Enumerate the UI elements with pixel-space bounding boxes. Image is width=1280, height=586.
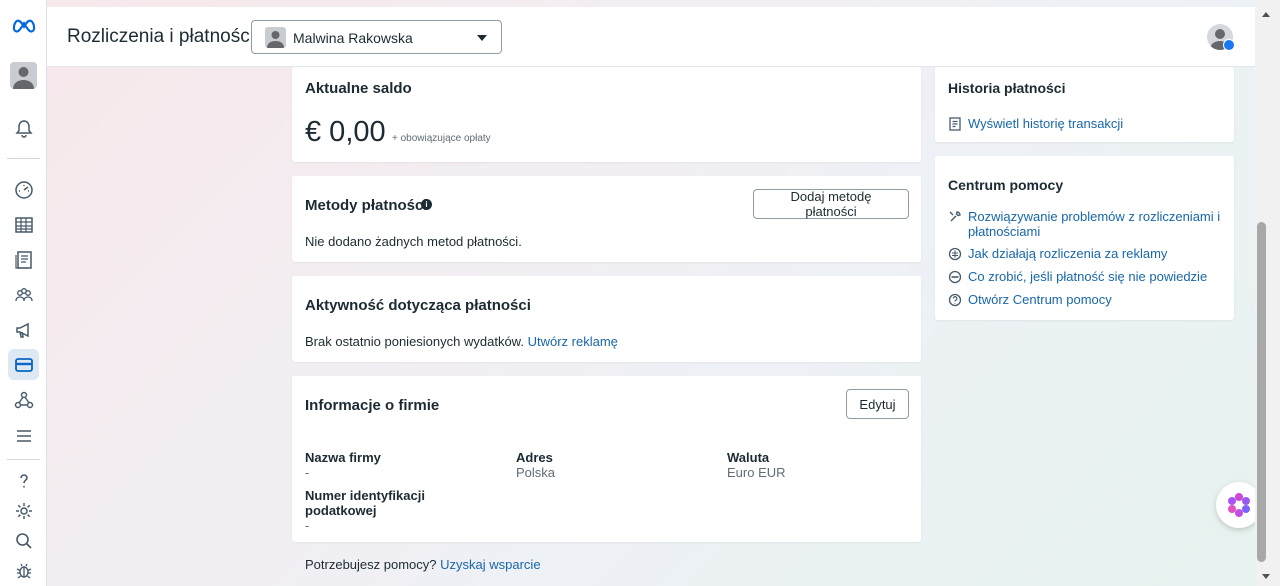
rail-divider <box>7 459 40 460</box>
balance-title: Aktualne saldo <box>305 80 412 97</box>
scroll-down-arrow-icon[interactable] <box>1262 574 1270 579</box>
current-balance-card: Aktualne saldo € 0,00 + obowiązujące opł… <box>292 67 921 162</box>
no-entry-icon <box>948 270 962 284</box>
tax-id-value: - <box>305 518 310 533</box>
no-payment-methods-text: Nie dodano żadnych metod płatności. <box>305 234 522 249</box>
ads-manager-table-icon[interactable] <box>8 209 39 240</box>
meta-logo-icon[interactable] <box>8 9 39 40</box>
facebook-badge-icon <box>1223 39 1235 51</box>
page-header: Rozliczenia i płatności Malwina Rakowska <box>47 7 1255 67</box>
account-name: Malwina Rakowska <box>293 30 413 46</box>
assistant-flower-icon <box>1228 493 1250 517</box>
page-title: Rozliczenia i płatności <box>67 26 254 47</box>
need-help-text: Potrzebujesz pomocy? <box>305 557 437 572</box>
payment-methods-title: Metody płatności <box>305 197 428 214</box>
wrench-icon <box>949 211 961 222</box>
ad-account-selector[interactable]: Malwina Rakowska <box>251 20 502 54</box>
settings-gear-icon[interactable] <box>8 495 39 526</box>
address-value: Polska <box>516 465 556 480</box>
help-question-icon[interactable] <box>8 465 39 496</box>
company-name-value: - <box>305 465 310 480</box>
scrollbar-thumb[interactable] <box>1257 222 1266 562</box>
payment-history-title: Historia płatności <box>948 80 1066 96</box>
help-link-ads-billing-label: Jak działają rozliczenia za reklamy <box>968 246 1168 261</box>
payment-methods-card: Metody płatności i Dodaj metodę płatnośc… <box>292 176 921 262</box>
campaigns-megaphone-icon[interactable] <box>8 314 39 345</box>
activity-text-row: Brak ostatnio poniesionych wydatków. Utw… <box>305 334 618 349</box>
company-info-card: Informacje o firmie Edytuj Nazwa firmy -… <box>292 376 921 542</box>
help-link-troubleshooting-label: Rozwiązywanie problemów z rozliczeniami … <box>968 209 1221 239</box>
currency-value: Euro EUR <box>727 465 786 480</box>
no-spend-text: Brak ostatnio poniesionych wydatków. <box>305 334 524 349</box>
notifications-bell-icon[interactable] <box>8 113 39 144</box>
rail-divider <box>7 158 40 159</box>
receipt-icon <box>949 117 961 131</box>
help-link-open-help-center-label: Otwórz Centrum pomocy <box>968 292 1112 307</box>
left-navigation-rail <box>0 0 47 586</box>
balance-amount: € 0,00 <box>305 116 386 148</box>
add-payment-method-button[interactable]: Dodaj metodę płatności <box>753 189 909 219</box>
question-icon <box>948 293 962 307</box>
company-info-title: Informacje o firmie <box>305 397 440 414</box>
audiences-people-icon[interactable] <box>8 279 39 310</box>
business-network-icon[interactable] <box>8 384 39 415</box>
billing-card-icon[interactable] <box>8 349 39 380</box>
account-avatar[interactable] <box>10 62 37 89</box>
billing-cycle-icon <box>948 247 962 261</box>
info-icon[interactable]: i <box>421 199 432 210</box>
get-support-link[interactable]: Uzyskaj wsparcie <box>440 557 540 572</box>
reports-book-icon[interactable] <box>8 244 39 275</box>
company-name-label: Nazwa firmy <box>305 450 381 465</box>
address-label: Adres <box>516 450 553 465</box>
view-transactions-link[interactable]: Wyświetl historię transakcji <box>948 116 1123 131</box>
payment-activity-card: Aktywność dotycząca płatności Brak ostat… <box>292 276 921 362</box>
account-avatar-icon <box>265 27 286 48</box>
tax-id-label: Numer identyfikacji podatkowej <box>305 488 425 518</box>
chevron-down-icon <box>477 35 487 41</box>
help-link-troubleshooting[interactable]: Rozwiązywanie problemów z rozliczeniami … <box>948 209 1224 239</box>
edit-company-button[interactable]: Edytuj <box>846 389 909 419</box>
support-footer: Potrzebujesz pomocy? Uzyskaj wsparcie <box>305 557 541 572</box>
scroll-up-arrow-icon[interactable] <box>1262 12 1270 17</box>
create-ad-link[interactable]: Utwórz reklamę <box>528 334 618 349</box>
payment-activity-title: Aktywność dotycząca płatności <box>305 297 531 314</box>
help-link-ads-billing[interactable]: Jak działają rozliczenia za reklamy <box>948 246 1167 261</box>
currency-label: Waluta <box>727 450 770 465</box>
all-tools-menu-icon[interactable] <box>8 420 39 451</box>
payment-history-card: Historia płatności Wyświetl historię tra… <box>935 67 1234 142</box>
help-center-card: Centrum pomocy Rozwiązywanie problemów z… <box>935 156 1234 320</box>
dashboard-gauge-icon[interactable] <box>8 174 39 205</box>
help-center-title: Centrum pomocy <box>948 177 1064 193</box>
help-link-open-help-center[interactable]: Otwórz Centrum pomocy <box>948 292 1112 307</box>
report-bug-icon[interactable] <box>8 555 39 586</box>
help-link-failed-payment[interactable]: Co zrobić, jeśli płatność się nie powied… <box>948 269 1207 284</box>
help-link-failed-payment-label: Co zrobić, jeśli płatność się nie powied… <box>968 269 1208 284</box>
balance-fees-note: + obowiązujące opłaty <box>392 133 491 144</box>
view-transactions-label: Wyświetl historię transakcji <box>968 116 1124 131</box>
search-icon[interactable] <box>8 525 39 556</box>
